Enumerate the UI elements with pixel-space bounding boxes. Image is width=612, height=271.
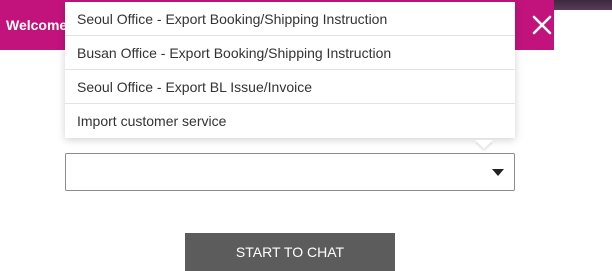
dropdown-caret xyxy=(475,140,493,149)
chevron-down-icon[interactable] xyxy=(492,169,504,176)
close-icon[interactable] xyxy=(530,11,554,39)
start-chat-button[interactable]: START TO CHAT xyxy=(185,233,395,271)
dropdown-options-menu: Seoul Office - Export Booking/Shipping I… xyxy=(65,2,515,138)
dropdown-option-seoul-export-booking[interactable]: Seoul Office - Export Booking/Shipping I… xyxy=(65,2,515,36)
header-title: Welcome xyxy=(6,17,68,33)
dropdown-option-busan-export-booking[interactable]: Busan Office - Export Booking/Shipping I… xyxy=(65,36,515,70)
dropdown-option-seoul-bl-issue[interactable]: Seoul Office - Export BL Issue/Invoice xyxy=(65,70,515,104)
dropdown-option-import-customer-service[interactable]: Import customer service xyxy=(65,104,515,138)
department-select[interactable] xyxy=(65,153,515,191)
